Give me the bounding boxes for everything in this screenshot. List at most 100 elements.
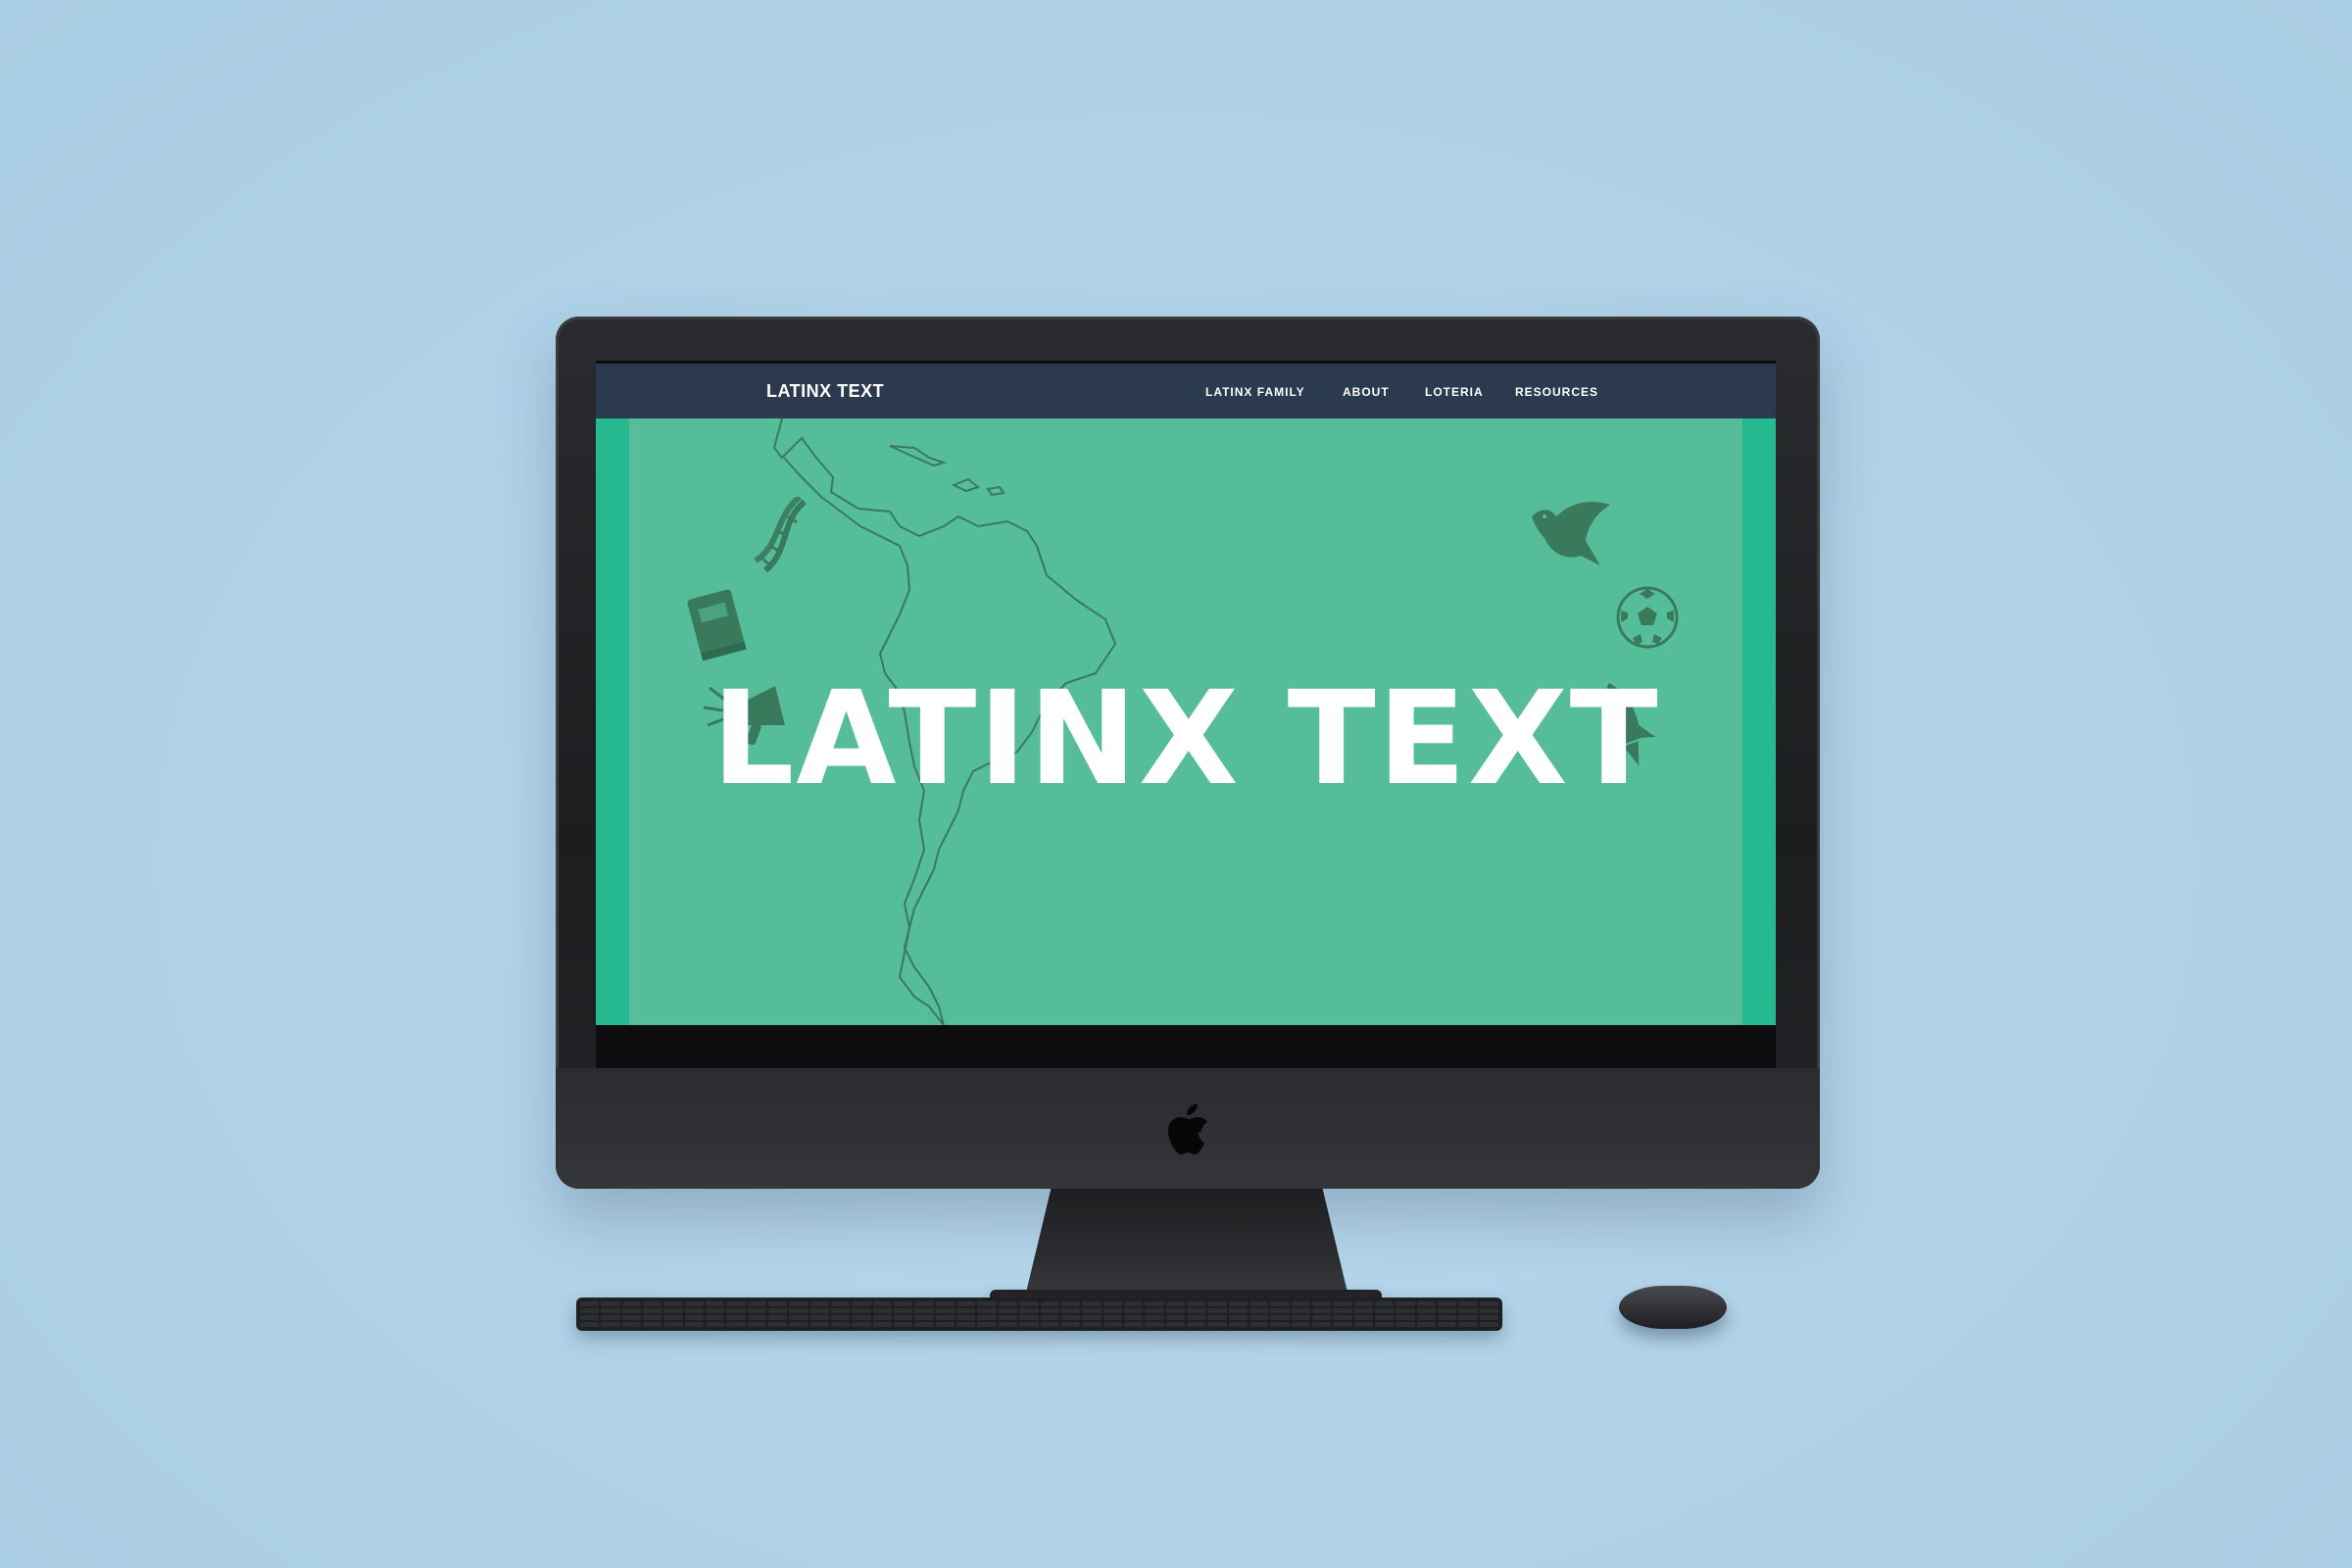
keyboard-key	[998, 1315, 1018, 1320]
keyboard-key	[1207, 1301, 1227, 1306]
keyboard-key	[809, 1301, 830, 1306]
keyboard-key	[1040, 1322, 1059, 1327]
monitor-stand	[1025, 1189, 1348, 1297]
keyboard-key	[1374, 1301, 1395, 1306]
keyboard-key	[1479, 1315, 1498, 1320]
hero-section: LATINX TEXT	[596, 418, 1776, 1025]
top-navbar: LATINX TEXT LATINX FAMILY ABOUT LOTERIA …	[596, 364, 1776, 418]
keyboard-key	[1479, 1301, 1498, 1306]
keyboard-key	[1396, 1315, 1415, 1320]
mouse	[1619, 1286, 1727, 1329]
keyboard-key	[914, 1315, 934, 1320]
keyboard-key	[643, 1308, 662, 1313]
keyboard-key	[726, 1308, 746, 1313]
nav-link-resources[interactable]: RESOURCES	[1515, 385, 1598, 399]
keyboard-key	[809, 1315, 830, 1320]
keyboard-key	[1353, 1315, 1373, 1320]
keyboard-key	[1416, 1308, 1436, 1313]
keyboard-key	[1019, 1315, 1039, 1320]
keyboard-key	[1270, 1315, 1290, 1320]
keyboard-key	[1228, 1301, 1248, 1306]
keyboard-key	[1458, 1315, 1478, 1320]
keyboard-key	[872, 1322, 893, 1327]
nav-link-loteria[interactable]: LOTERIA	[1425, 385, 1484, 399]
keyboard-key	[1458, 1308, 1478, 1313]
keyboard-key	[1186, 1308, 1206, 1313]
keyboard-key	[1249, 1322, 1269, 1327]
hero-title: LATINX TEXT	[711, 663, 1660, 814]
keyboard-key	[684, 1315, 705, 1320]
keyboard-key	[831, 1308, 851, 1313]
brand-logo-link[interactable]: LATINX TEXT	[766, 381, 884, 402]
keyboard-key	[1249, 1315, 1269, 1320]
keyboard-key	[914, 1308, 934, 1313]
keyboard-key	[1207, 1315, 1227, 1320]
website-screen: LATINX TEXT LATINX TEXT LATINX FAMILY AB…	[596, 364, 1776, 1025]
keyboard-key	[1102, 1315, 1122, 1320]
dna-icon	[754, 497, 808, 573]
keyboard-key	[663, 1322, 683, 1327]
keyboard-key	[977, 1308, 997, 1313]
keyboard-key	[706, 1301, 725, 1306]
keyboard-key	[580, 1301, 600, 1306]
keyboard-key	[1291, 1308, 1310, 1313]
keyboard-key	[935, 1301, 956, 1306]
keyboard-key	[831, 1315, 851, 1320]
keyboard-key	[1060, 1308, 1081, 1313]
keyboard-key	[935, 1308, 956, 1313]
keyboard-key	[1019, 1301, 1039, 1306]
keyboard-key	[1165, 1301, 1185, 1306]
keyboard-key	[601, 1315, 620, 1320]
keyboard-key	[1437, 1308, 1457, 1313]
keyboard-key	[1270, 1322, 1290, 1327]
keyboard-key	[1145, 1322, 1164, 1327]
nav-link-latinx-family[interactable]: LATINX FAMILY	[1205, 385, 1305, 399]
keyboard-key	[1291, 1301, 1310, 1306]
nav-link-about[interactable]: ABOUT	[1343, 385, 1390, 399]
keyboard-key	[852, 1301, 871, 1306]
book-icon	[687, 589, 747, 662]
keyboard-key	[1228, 1322, 1248, 1327]
keyboard-key	[1019, 1322, 1039, 1327]
keyboard-key	[1186, 1315, 1206, 1320]
keyboard-key	[1060, 1315, 1081, 1320]
keyboard-key	[747, 1315, 767, 1320]
keyboard-key	[894, 1301, 913, 1306]
keyboard	[576, 1298, 1502, 1331]
keyboard-key	[1123, 1322, 1144, 1327]
keyboard-key	[747, 1301, 767, 1306]
keyboard-key	[831, 1301, 851, 1306]
keyboard-key	[643, 1315, 662, 1320]
keyboard-key	[663, 1301, 683, 1306]
keyboard-key	[1291, 1315, 1310, 1320]
keyboard-key	[1437, 1301, 1457, 1306]
keyboard-key	[1437, 1322, 1457, 1327]
hero-stripe-right	[1742, 418, 1776, 1025]
keyboard-key	[1145, 1315, 1164, 1320]
keyboard-key	[998, 1308, 1018, 1313]
keyboard-key	[601, 1308, 620, 1313]
keyboard-key	[747, 1308, 767, 1313]
keyboard-key	[1353, 1308, 1373, 1313]
keyboard-key	[726, 1301, 746, 1306]
keyboard-key	[621, 1322, 642, 1327]
keyboard-key	[621, 1308, 642, 1313]
keyboard-key	[684, 1301, 705, 1306]
keyboard-key	[1040, 1315, 1059, 1320]
keyboard-key	[1416, 1322, 1436, 1327]
keyboard-key	[1416, 1301, 1436, 1306]
keyboard-key	[1270, 1301, 1290, 1306]
keyboard-key	[956, 1322, 976, 1327]
keyboard-key	[1186, 1322, 1206, 1327]
keyboard-key	[1249, 1301, 1269, 1306]
keyboard-key	[894, 1308, 913, 1313]
keyboard-key	[768, 1322, 788, 1327]
keyboard-key	[1123, 1308, 1144, 1313]
keyboard-key	[1249, 1308, 1269, 1313]
keyboard-key	[1311, 1322, 1332, 1327]
keyboard-key	[684, 1308, 705, 1313]
keyboard-key	[852, 1308, 871, 1313]
keyboard-key	[789, 1315, 808, 1320]
keyboard-key	[1082, 1315, 1102, 1320]
keyboard-key	[1333, 1308, 1352, 1313]
